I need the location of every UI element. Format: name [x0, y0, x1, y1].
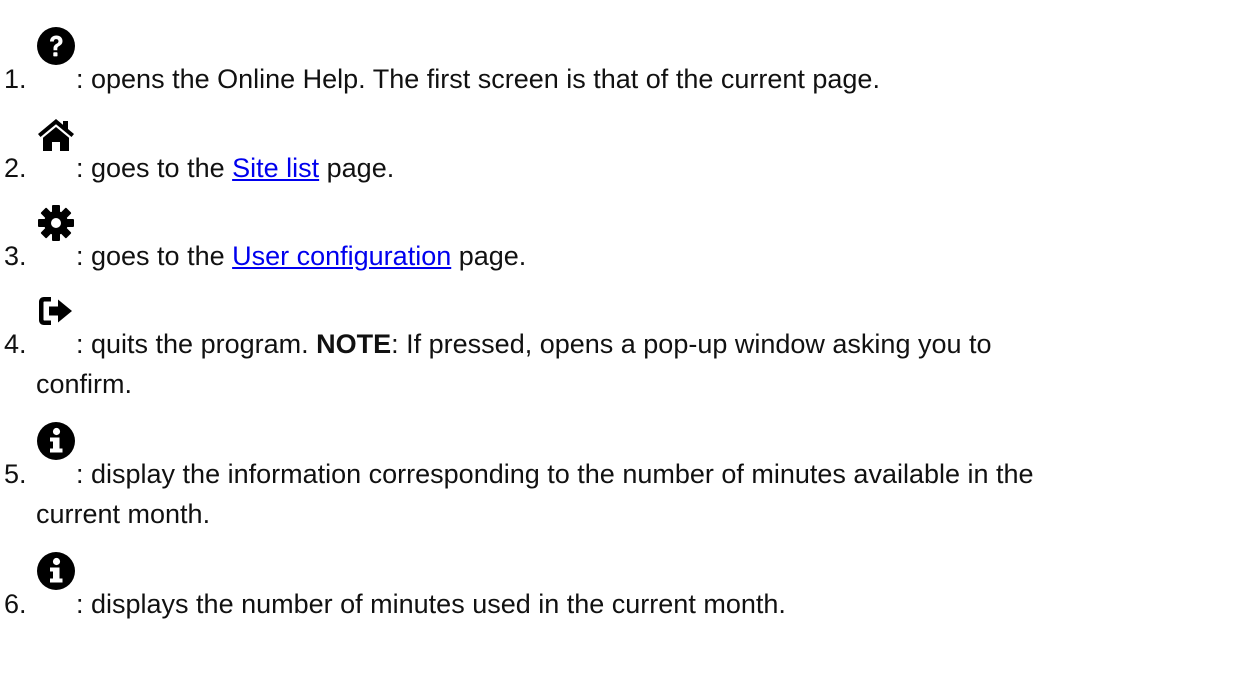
- item-text-after: page.: [451, 241, 527, 271]
- user-configuration-link[interactable]: User configuration: [232, 241, 451, 271]
- item-text: : opens the Online Help. The first scree…: [76, 64, 880, 94]
- gear-icon: [36, 203, 76, 243]
- item-text-before: : goes to the: [76, 153, 233, 183]
- item-text-before: : quits the program.: [76, 329, 317, 359]
- list-item-settings: 3. : goes to the User configuration page…: [0, 205, 1250, 276]
- item-number: 5.: [4, 459, 27, 489]
- item-text: : displays the number of minutes used in…: [76, 589, 786, 619]
- question-circle-icon: [36, 26, 76, 66]
- list-item-minutes-available: 5. : display the information correspondi…: [0, 422, 1250, 534]
- home-icon: [36, 115, 76, 155]
- item-continuation: current month.: [36, 499, 211, 529]
- item-number: 3.: [4, 241, 27, 271]
- item-text: : display the information corresponding …: [76, 459, 1034, 489]
- site-list-link[interactable]: Site list: [232, 153, 319, 183]
- item-number: 6.: [4, 589, 27, 619]
- list-item-quit: 4. : quits the program. NOTE: If pressed…: [0, 297, 1250, 404]
- item-number: 4.: [4, 329, 27, 359]
- list-item-help: 1. : opens the Online Help. The first sc…: [0, 27, 1250, 99]
- list-item-minutes-used: 6. : displays the number of minutes used…: [0, 552, 1250, 624]
- item-text-after: page.: [319, 153, 395, 183]
- item-number: 2.: [4, 153, 27, 183]
- item-text-after: : If pressed, opens a pop-up window aski…: [391, 329, 992, 359]
- info-circle-icon: [36, 421, 76, 461]
- item-continuation: confirm.: [36, 369, 133, 399]
- list-item-home: 2. : goes to the Site list page.: [0, 119, 1250, 188]
- item-text-before: : goes to the: [76, 241, 233, 271]
- note-label: NOTE: [316, 329, 392, 359]
- info-circle-icon: [36, 551, 76, 591]
- item-number: 1.: [4, 64, 27, 94]
- sign-out-icon: [36, 291, 76, 331]
